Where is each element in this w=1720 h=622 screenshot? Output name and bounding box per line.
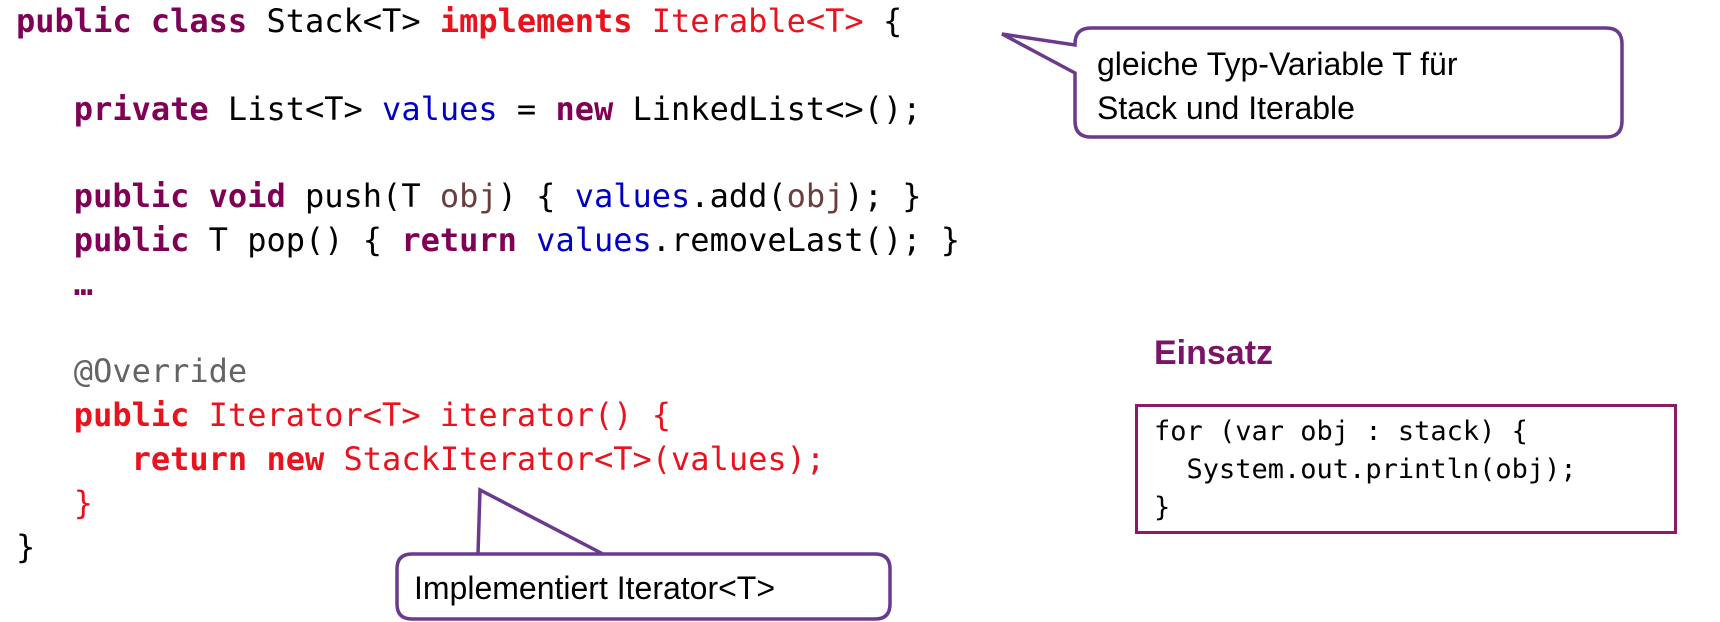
callout-bottom-text: Implementiert Iterator<T> bbox=[414, 570, 776, 606]
callout-top-line2: Stack und Iterable bbox=[1097, 90, 1355, 126]
usage-title: Einsatz bbox=[1154, 334, 1274, 372]
callout-top-line1: gleiche Typ-Variable T für bbox=[1097, 46, 1458, 82]
usage-code-line: } bbox=[1154, 492, 1171, 523]
callout-top-text: gleiche Typ-Variable T für Stack und Ite… bbox=[1097, 42, 1458, 130]
usage-code-line: for (var obj : stack) { bbox=[1154, 416, 1528, 447]
usage-code-box: for (var obj : stack) { System.out.print… bbox=[1135, 404, 1677, 534]
usage-code: for (var obj : stack) { System.out.print… bbox=[1154, 413, 1577, 527]
usage-code-line: System.out.println(obj); bbox=[1154, 454, 1577, 485]
